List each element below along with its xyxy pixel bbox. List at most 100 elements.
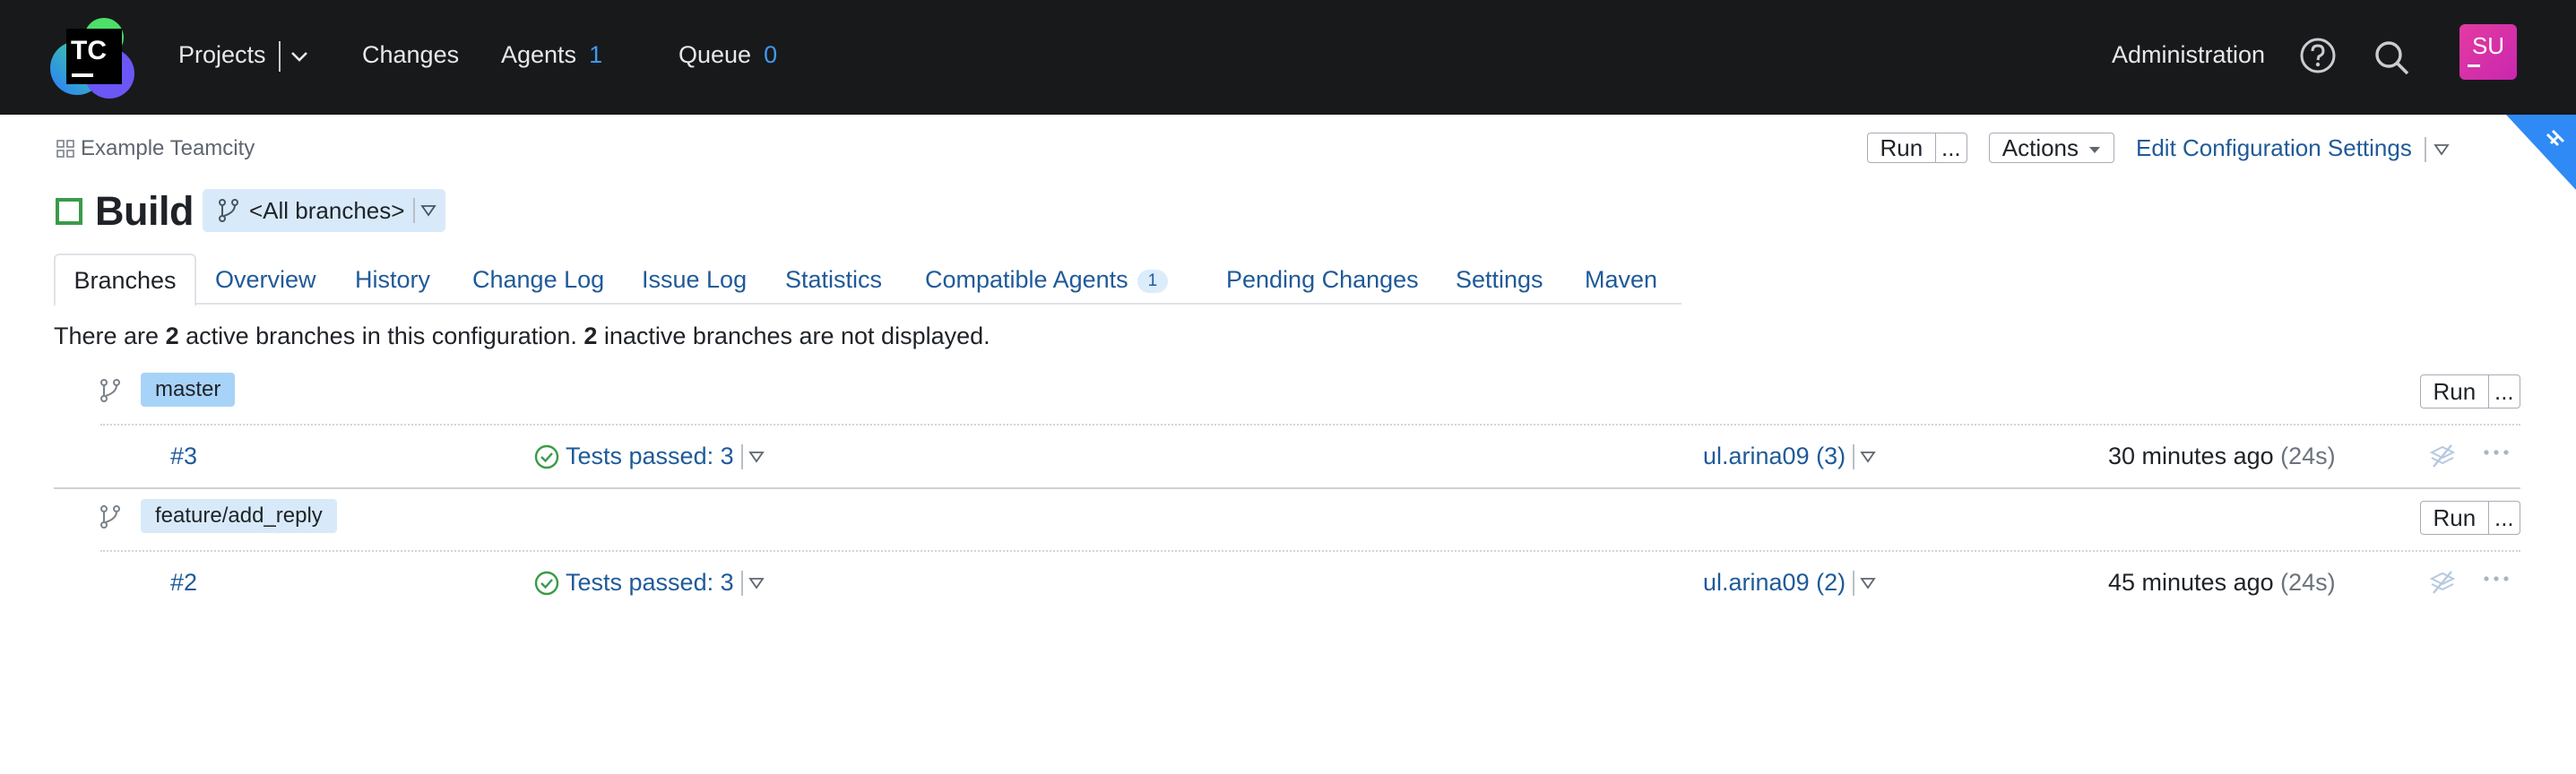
inactive-branches-count: 2 [583, 322, 598, 349]
triangle-down-icon[interactable] [1860, 577, 1876, 589]
build-user-link[interactable]: ul.arina09 (2) [1703, 569, 1846, 597]
build-changes-user[interactable]: ul.arina09 (3) [1703, 443, 1876, 470]
build-user-link[interactable]: ul.arina09 (3) [1703, 443, 1846, 470]
tab-compatible-agents-label: Compatible Agents [925, 266, 1128, 293]
build-number-link[interactable]: #3 [170, 443, 197, 470]
top-navigation-bar: TC Projects Changes Agents 1 Queue 0 Admin… [0, 0, 2576, 115]
check-circle-icon [534, 444, 559, 469]
branch-selector[interactable]: <All branches> [203, 189, 446, 232]
tab-settings[interactable]: Settings [1456, 254, 1543, 305]
corner-pin-icon[interactable] [2506, 115, 2576, 190]
svg-text:TC: TC [71, 36, 107, 65]
tab-issue-log[interactable]: Issue Log [642, 254, 747, 305]
triangle-down-icon[interactable] [1860, 451, 1876, 463]
build-status-text[interactable]: Tests passed: 3 [566, 569, 734, 597]
branch-tag-master[interactable]: master [141, 373, 236, 407]
build-duration: (24s) [2280, 443, 2336, 469]
branch-run-options-button[interactable]: ... [2487, 375, 2520, 408]
branch-divider [54, 487, 2520, 489]
build-status-square-icon [56, 198, 82, 225]
build-number-link[interactable]: #2 [170, 569, 197, 597]
actions-button[interactable]: Actions [1989, 133, 2114, 163]
nav-agents[interactable]: Agents 1 [501, 0, 602, 115]
summary-suffix: inactive branches are not displayed. [597, 322, 990, 349]
build-row: #2 Tests passed: 3 ul.arina09 (2) 45 min… [100, 550, 2520, 613]
triangle-down-icon [2089, 147, 2101, 154]
search-icon[interactable] [2373, 39, 2411, 77]
branch-header-master: master Run ... [54, 365, 2520, 415]
artifacts-icon[interactable] [2428, 568, 2457, 597]
nav-changes[interactable]: Changes [362, 0, 459, 115]
separator [413, 198, 416, 223]
tab-change-log[interactable]: Change Log [472, 254, 604, 305]
triangle-down-icon[interactable] [2433, 143, 2450, 156]
branch-run-button[interactable]: Run [2421, 502, 2488, 534]
nav-administration[interactable]: Administration [2112, 0, 2265, 115]
more-icon[interactable] [2483, 449, 2510, 456]
tab-branches[interactable]: Branches [54, 254, 196, 306]
triangle-down-icon[interactable] [748, 577, 765, 589]
avatar-initials: SU [2471, 32, 2505, 59]
tab-pending-changes[interactable]: Pending Changes [1226, 254, 1419, 305]
edit-settings-label: Edit Configuration Settings [2136, 134, 2412, 161]
queue-count-badge: 0 [764, 41, 778, 68]
page-title: Build [95, 188, 194, 234]
summary-prefix: There are [54, 322, 166, 349]
run-button[interactable]: Run [1868, 133, 1935, 162]
breadcrumb[interactable]: Example Teamcity [56, 136, 255, 161]
tab-history[interactable]: History [355, 254, 430, 305]
breadcrumb-project-link[interactable]: Example Teamcity [81, 136, 255, 161]
breadcrumb-grid-icon [56, 140, 74, 158]
actions-label: Actions [2001, 134, 2079, 161]
teamcity-logo-icon[interactable]: TC [50, 14, 138, 102]
separator [740, 443, 743, 469]
branch-run-button[interactable]: Run [2421, 375, 2488, 408]
build-status[interactable]: Tests passed: 3 [533, 443, 765, 470]
run-options-button[interactable]: ... [1934, 133, 1967, 162]
more-icon[interactable] [2483, 575, 2510, 582]
build-status-text[interactable]: Tests passed: 3 [566, 443, 734, 470]
branch-icon [100, 379, 120, 402]
triangle-down-icon[interactable] [748, 451, 765, 463]
build-row: #3 Tests passed: 3 ul.arina09 (3) 30 min… [100, 424, 2520, 486]
triangle-down-icon[interactable] [420, 204, 437, 217]
user-avatar[interactable]: SU [2459, 24, 2517, 80]
nav-agents-label: Agents [501, 41, 577, 68]
nav-queue-label: Queue [679, 41, 752, 68]
help-icon[interactable] [2299, 37, 2337, 74]
build-changes-user[interactable]: ul.arina09 (2) [1703, 569, 1876, 597]
build-duration: (24s) [2280, 569, 2336, 596]
check-circle-icon [534, 571, 559, 595]
branch-run-button-group: Run ... [2420, 501, 2520, 535]
tab-overview[interactable]: Overview [215, 254, 316, 305]
nav-queue[interactable]: Queue 0 [679, 0, 777, 115]
summary-middle: active branches in this configuration. [178, 322, 584, 349]
tab-compatible-agents[interactable]: Compatible Agents 1 [925, 254, 1169, 305]
agents-count-badge: 1 [589, 41, 603, 68]
separator [2424, 137, 2426, 163]
branch-header-feature-add-reply: feature/add_reply Run ... [54, 491, 2520, 541]
separator [1853, 443, 1855, 469]
build-time: 45 minutes ago (24s) [2108, 569, 2336, 597]
run-button-group: Run ... [1867, 133, 1967, 163]
artifacts-icon[interactable] [2428, 442, 2457, 470]
build-status[interactable]: Tests passed: 3 [533, 569, 765, 597]
avatar-underline [2468, 64, 2480, 67]
chevron-down-icon[interactable] [290, 50, 309, 63]
build-time-ago: 45 minutes ago [2108, 569, 2274, 596]
branch-tag-feature-add-reply[interactable]: feature/add_reply [141, 499, 337, 533]
page-title-row: Build [56, 185, 194, 238]
nav-projects-label: Projects [178, 41, 266, 68]
build-time: 30 minutes ago (24s) [2108, 443, 2336, 470]
branch-run-options-button[interactable]: ... [2487, 502, 2520, 534]
branch-icon [100, 505, 120, 529]
edit-configuration-settings-link[interactable]: Edit Configuration Settings [2136, 134, 2450, 163]
nav-separator [278, 40, 281, 72]
branches-summary: There are 2 active branches in this conf… [54, 322, 990, 350]
branch-selector-label: <All branches> [249, 196, 405, 224]
branch-icon [219, 199, 238, 222]
tab-statistics[interactable]: Statistics [785, 254, 882, 305]
nav-projects[interactable]: Projects [178, 0, 309, 115]
tab-maven[interactable]: Maven [1585, 254, 1657, 305]
compatible-agents-count-badge: 1 [1137, 269, 1169, 293]
